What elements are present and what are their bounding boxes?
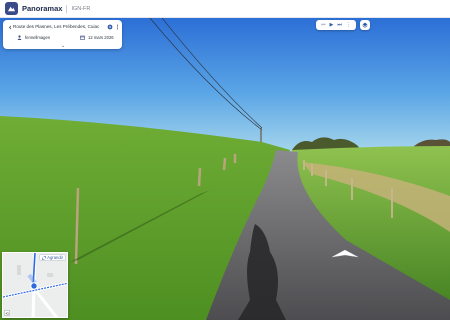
navigate-forward-arrow-icon[interactable] (330, 248, 360, 260)
enlarge-map-button[interactable]: Agrandir (39, 254, 66, 261)
more-options-icon[interactable] (113, 23, 121, 31)
layers-button[interactable] (360, 20, 370, 30)
skip-back-icon[interactable]: ⏮ (321, 20, 326, 30)
layers-icon (362, 22, 368, 28)
user-icon (17, 35, 22, 40)
app-header: Panoramax IGN-FR (0, 0, 450, 18)
more-icon[interactable]: ⋮ (346, 20, 351, 30)
expand-icon (42, 255, 47, 260)
play-icon[interactable]: ▶ (330, 20, 334, 30)
sequence-player-controls: ⏮ ▶ ⏭ ⋮ (316, 20, 356, 30)
calendar-icon (80, 35, 85, 40)
map-reset-icon[interactable]: ⟲ (4, 310, 10, 316)
author-row[interactable]: fennellmagen (17, 35, 50, 40)
date-row: 12 mars 2026 (80, 35, 114, 40)
app-title[interactable]: Panoramax (22, 4, 62, 13)
header-divider (66, 4, 68, 13)
capture-date: 12 mars 2026 (88, 35, 114, 40)
author-name: fennellmagen (25, 35, 51, 40)
app-subtitle: IGN-FR (71, 5, 91, 12)
minimap-roads (3, 253, 67, 317)
minimap[interactable]: Agrandir ⟲ (2, 252, 68, 318)
picture-info-card[interactable]: Route des Plasnes, Les Prébendes, Cuiac … (3, 20, 122, 49)
enlarge-label: Agrandir (47, 255, 63, 260)
picture-address: Route des Plasnes, Les Prébendes, Cuiac (13, 24, 100, 29)
panoramax-logo-icon[interactable] (5, 2, 18, 15)
fast-forward-icon[interactable]: ⏭ (337, 20, 342, 30)
chevron-down-icon[interactable]: ⌄ (61, 43, 65, 49)
